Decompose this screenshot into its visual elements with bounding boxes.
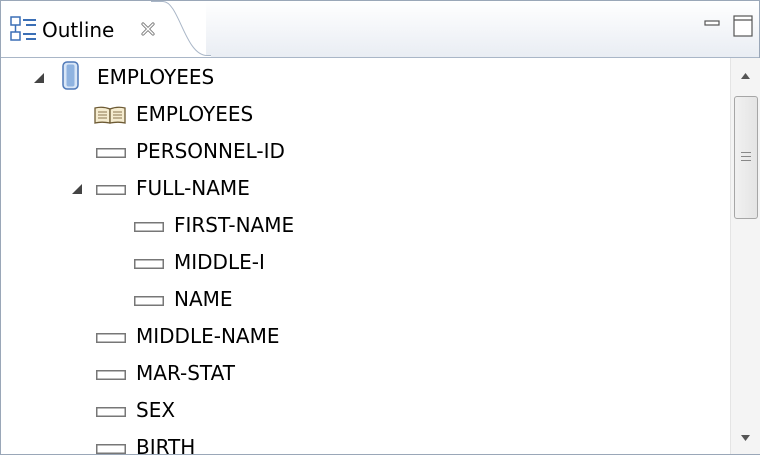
tree-item-label: FIRST-NAME [174,213,295,237]
expanded-arrow-icon[interactable] [33,72,45,84]
field-icon [96,148,126,158]
tree-item-root[interactable]: EMPLOYEES [1,58,729,95]
field-icon [134,222,164,232]
tree-item[interactable]: FIRST-NAME [1,206,729,243]
tree-item[interactable]: NAME [1,280,729,317]
grip-line [741,160,751,161]
tab-title: Outline [42,18,115,42]
tree-item-label: MIDDLE-NAME [136,324,280,348]
tree-item[interactable]: BIRTH [1,428,729,454]
book-icon [94,106,126,124]
tree-item-label: BIRTH [136,435,196,454]
field-icon [96,444,126,454]
database-icon [62,61,79,90]
tree-item[interactable]: MIDDLE-I [1,243,729,280]
tree-item-label: NAME [174,287,233,311]
grip-line [741,152,751,153]
field-icon [96,333,126,343]
tree-item-label: EMPLOYEES [97,65,215,89]
field-icon [134,259,164,269]
outline-view: Outline EMPLOYEES EMPLOYEES PERSONNEL-ID… [0,0,760,455]
tree-item[interactable]: PERSONNEL-ID [1,132,729,169]
outline-tree: EMPLOYEES EMPLOYEES PERSONNEL-ID FULL-NA… [1,58,729,454]
field-icon [96,407,126,417]
scroll-down-arrow-icon[interactable] [731,426,760,452]
maximize-icon[interactable] [733,15,753,37]
tree-item-label: PERSONNEL-ID [136,139,285,163]
close-icon[interactable] [140,21,156,37]
minimize-icon[interactable] [704,15,720,31]
tree-item-label: MIDDLE-I [174,250,265,274]
tree-item-label: EMPLOYEES [136,102,254,126]
tree-item[interactable]: FULL-NAME [1,169,729,206]
tab-outline[interactable]: Outline [1,1,211,57]
tree-item-label: SEX [136,398,176,422]
tree-item[interactable]: MAR-STAT [1,354,729,391]
field-icon [134,296,164,306]
scrollbar-thumb[interactable] [734,96,758,219]
view-tab-bar: Outline [1,1,759,58]
expanded-arrow-icon[interactable] [71,183,83,195]
field-icon [96,185,126,195]
tree-item-label: MAR-STAT [136,361,235,385]
tree-item[interactable]: EMPLOYEES [1,95,729,132]
grip-line [741,156,751,157]
tree-item[interactable]: MIDDLE-NAME [1,317,729,354]
field-icon [96,370,126,380]
vertical-scrollbar[interactable] [730,58,760,454]
tree-item[interactable]: SEX [1,391,729,428]
scroll-up-arrow-icon[interactable] [731,62,760,88]
outline-icon [10,16,36,41]
tree-item-label: FULL-NAME [136,176,250,200]
